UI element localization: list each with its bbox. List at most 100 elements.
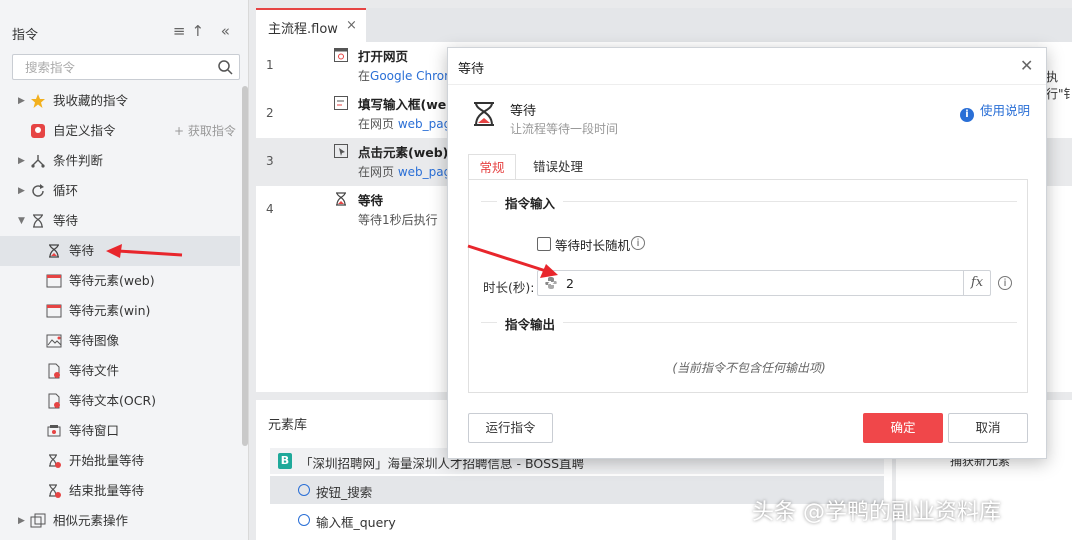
hourglass-icon bbox=[33, 214, 43, 228]
command-search-box[interactable] bbox=[12, 54, 240, 80]
hourglass-icon bbox=[474, 102, 494, 126]
duration-field[interactable]: fx bbox=[537, 270, 991, 296]
tab-bar bbox=[256, 8, 1072, 42]
info-icon[interactable]: i bbox=[998, 276, 1012, 290]
sidebar-item-wait-element-win[interactable]: 等待元素(win) bbox=[0, 296, 240, 326]
random-duration-label: 等待时长随机 bbox=[555, 238, 631, 253]
sidebar-item-label: 开始批量等待 bbox=[69, 453, 145, 468]
tab-error-handling[interactable]: 错误处理 bbox=[528, 154, 588, 180]
sidebar-item-condition[interactable]: ▶ 条件判断 bbox=[0, 146, 240, 176]
wait-image-icon bbox=[46, 334, 62, 348]
sidebar-item-start-batch-wait[interactable]: 开始批量等待 bbox=[0, 446, 240, 476]
close-icon[interactable]: ✕ bbox=[1020, 56, 1033, 75]
ie-element-icon bbox=[298, 514, 310, 526]
sidebar-item-custom[interactable]: 自定义指令 + 获取指令 bbox=[0, 116, 240, 146]
step-number: 1 bbox=[266, 58, 274, 72]
tab-label: 主流程.flow bbox=[268, 22, 338, 37]
expression-button[interactable]: fx bbox=[963, 271, 990, 295]
collapse-arrow-icon[interactable]: ▼ bbox=[18, 206, 25, 236]
element-library-title: 元素库 bbox=[268, 418, 308, 433]
sidebar-title: 指令 bbox=[12, 28, 39, 43]
sidebar-item-label: 等待 bbox=[53, 213, 79, 228]
element-label: 输入框_query bbox=[316, 515, 396, 530]
sidebar-item-label: 自定义指令 bbox=[53, 123, 116, 138]
step-title: 填写输入框(web bbox=[358, 97, 456, 112]
wait-window-icon bbox=[47, 425, 61, 437]
truncated-step-text: 执行"钅 bbox=[1046, 70, 1072, 101]
tab-main-flow[interactable]: 主流程.flow × bbox=[256, 8, 366, 42]
sidebar-item-label: 循环 bbox=[53, 183, 79, 198]
close-icon[interactable]: × bbox=[346, 18, 357, 33]
dialog-tabs: 常规 错误处理 bbox=[468, 154, 1028, 180]
sidebar-scrollbar[interactable] bbox=[242, 86, 248, 446]
sidebar-item-favorites[interactable]: ▶ 我收藏的指令 bbox=[0, 86, 240, 116]
step-description: 在网页 web_pag bbox=[358, 117, 452, 131]
sidebar-item-wait-element-web[interactable]: 等待元素(web) bbox=[0, 266, 240, 296]
help-link[interactable]: i 使用说明 bbox=[960, 100, 1030, 122]
sidebar-item-label: 相似元素操作 bbox=[53, 513, 129, 528]
similar-elements-icon bbox=[30, 513, 46, 528]
sidebar-item-wait-group[interactable]: ▼ 等待 bbox=[0, 206, 240, 236]
ok-button[interactable]: 确定 bbox=[863, 413, 943, 443]
wait-file-icon bbox=[48, 363, 60, 379]
sidebar-item-wait-window[interactable]: 等待窗口 bbox=[0, 416, 240, 446]
hourglass-icon bbox=[49, 244, 59, 258]
expand-arrow-icon[interactable]: ▶ bbox=[18, 146, 25, 176]
annotation-arrow-icon bbox=[106, 244, 183, 258]
input-field-icon bbox=[334, 96, 348, 110]
command-name: 等待 bbox=[510, 104, 537, 119]
sidebar-item-label: 等待 bbox=[69, 243, 95, 258]
sidebar-item-wait-file[interactable]: 等待文件 bbox=[0, 356, 240, 386]
branch-icon bbox=[31, 155, 45, 168]
expand-arrow-icon[interactable]: ▶ bbox=[18, 506, 25, 536]
info-icon: i bbox=[960, 108, 974, 122]
duration-input[interactable] bbox=[564, 275, 948, 292]
sidebar-item-label: 等待元素(win) bbox=[69, 303, 151, 318]
wait-element-web-icon bbox=[46, 274, 62, 288]
sidebar-tools[interactable]: ≡↑ « bbox=[173, 22, 236, 40]
sidebar-item-label: 条件判断 bbox=[53, 153, 104, 168]
expand-arrow-icon[interactable]: ▶ bbox=[18, 86, 25, 116]
info-icon[interactable]: i bbox=[631, 236, 645, 250]
tab-general[interactable]: 常规 bbox=[468, 154, 516, 180]
step-number: 3 bbox=[266, 154, 274, 168]
sidebar-item-label: 等待文本(OCR) bbox=[69, 393, 157, 408]
browser-icon bbox=[334, 48, 348, 62]
dialog-header: 等待 ✕ bbox=[448, 48, 1046, 85]
ie-element-icon bbox=[298, 484, 310, 496]
hourglass-icon bbox=[336, 192, 346, 206]
click-element-icon bbox=[334, 144, 348, 158]
run-command-button[interactable]: 运行指令 bbox=[468, 413, 553, 443]
step-title: 打开网页 bbox=[358, 49, 409, 64]
wait-element-win-icon bbox=[46, 304, 62, 318]
element-label: 按钮_搜索 bbox=[316, 485, 373, 500]
sidebar-item-loop[interactable]: ▶ 循环 bbox=[0, 176, 240, 206]
expand-arrow-icon[interactable]: ▶ bbox=[18, 176, 25, 206]
start-batch-wait-icon bbox=[49, 454, 61, 468]
end-batch-wait-icon bbox=[49, 484, 61, 498]
sidebar-item-wait-image[interactable]: 等待图像 bbox=[0, 326, 240, 356]
command-description: 让流程等待一段时间 bbox=[510, 122, 619, 136]
sidebar-item-label: 我收藏的指令 bbox=[53, 93, 129, 108]
step-number: 4 bbox=[266, 202, 274, 216]
annotation-arrow-icon bbox=[467, 244, 558, 278]
search-icon[interactable] bbox=[217, 59, 233, 75]
sidebar-header: 指令 ≡↑ « bbox=[12, 22, 240, 44]
step-title: 等待 bbox=[358, 193, 384, 208]
settings-panel: 指令输入 等待时长随机 i 时长(秒): fx i 指令输出 (当前指令不包含任… bbox=[468, 179, 1028, 393]
step-description: 在网页 web_pag bbox=[358, 165, 452, 179]
step-number: 2 bbox=[266, 106, 274, 120]
site-icon: B bbox=[278, 453, 292, 469]
sidebar-item-similar-elements[interactable]: ▶ 相似元素操作 bbox=[0, 506, 240, 536]
sidebar-item-label: 等待元素(web) bbox=[69, 273, 155, 288]
sidebar-item-label: 等待文件 bbox=[69, 363, 120, 378]
get-command-link[interactable]: + 获取指令 bbox=[174, 116, 236, 146]
sidebar-item-label: 等待图像 bbox=[69, 333, 120, 348]
step-description: 等待1秒后执行 bbox=[358, 213, 438, 227]
sidebar-item-end-batch-wait[interactable]: 结束批量等待 bbox=[0, 476, 240, 506]
cancel-button[interactable]: 取消 bbox=[948, 413, 1028, 443]
sidebar-item-wait-text-ocr[interactable]: 等待文本(OCR) bbox=[0, 386, 240, 416]
loop-icon bbox=[32, 184, 44, 197]
input-section-title: 指令输入 bbox=[497, 193, 564, 212]
command-search-input[interactable] bbox=[23, 59, 207, 76]
